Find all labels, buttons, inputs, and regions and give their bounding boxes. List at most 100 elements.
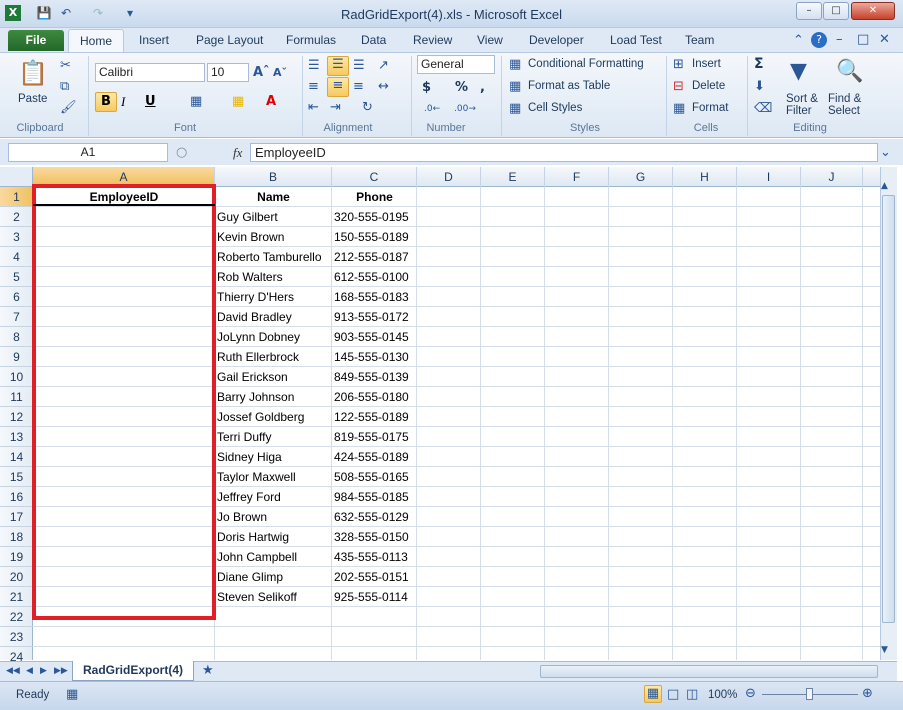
phone-cell[interactable]: 925-555-0114	[334, 587, 408, 607]
row-header-13[interactable]: 13	[0, 427, 33, 447]
align-center-icon[interactable]: ≡	[327, 77, 349, 97]
increase-decimal-icon[interactable]: .0←	[424, 101, 440, 117]
column-header-c[interactable]: C	[332, 167, 417, 187]
name-cell[interactable]: Terri Duffy	[217, 427, 271, 447]
phone-cell[interactable]: 328-555-0150	[334, 527, 409, 547]
name-cell[interactable]: Jeffrey Ford	[217, 487, 281, 507]
scroll-up-icon[interactable]: ▲	[881, 178, 888, 194]
align-right-icon[interactable]: ≡	[353, 79, 364, 95]
phone-cell[interactable]: 424-555-0189	[334, 447, 409, 467]
row-header-11[interactable]: 11	[0, 387, 33, 407]
fill-icon[interactable]: ⬇	[754, 79, 765, 95]
name-cell[interactable]: JoLynn Dobney	[217, 327, 300, 347]
find-select-label[interactable]: Find &	[828, 93, 861, 105]
borders-icon[interactable]: ▦	[190, 94, 202, 110]
tab-insert[interactable]: Insert	[139, 33, 169, 47]
merge-center-icon[interactable]: ↔	[378, 79, 389, 95]
decrease-indent-icon[interactable]: ⇤	[308, 100, 319, 116]
paste-icon[interactable]: 📋	[18, 58, 48, 88]
tab-file[interactable]: File	[8, 30, 64, 51]
column-header-b[interactable]: B	[215, 167, 332, 187]
minimize-button[interactable]: –	[796, 2, 822, 20]
grow-font-icon[interactable]: Aˆ	[253, 65, 270, 81]
name-cell[interactable]: Guy Gilbert	[217, 207, 278, 227]
row-header-7[interactable]: 7	[0, 307, 33, 327]
phone-cell[interactable]: 612-555-0100	[334, 267, 409, 287]
header-cell[interactable]: Name	[215, 187, 332, 207]
phone-cell[interactable]: 320-555-0195	[334, 207, 409, 227]
phone-cell[interactable]: 849-555-0139	[334, 367, 409, 387]
name-box[interactable]: A1	[8, 143, 168, 162]
format-button[interactable]: Format	[692, 102, 728, 114]
font-size-select[interactable]: 10	[207, 63, 249, 82]
row-header-6[interactable]: 6	[0, 287, 33, 307]
prev-sheet-icon[interactable]: ◀	[26, 663, 33, 679]
bold-button[interactable]: B	[95, 92, 117, 112]
phone-cell[interactable]: 913-555-0172	[334, 307, 409, 327]
phone-cell[interactable]: 435-555-0113	[334, 547, 408, 567]
phone-cell[interactable]: 202-555-0151	[334, 567, 409, 587]
name-cell[interactable]: Barry Johnson	[217, 387, 294, 407]
row-header-5[interactable]: 5	[0, 267, 33, 287]
tab-view[interactable]: View	[477, 33, 503, 47]
close-button[interactable]: ✕	[851, 2, 895, 20]
zoom-level[interactable]: 100%	[708, 689, 737, 701]
row-header-4[interactable]: 4	[0, 247, 33, 267]
expand-formula-bar-icon[interactable]: ⌄	[880, 145, 891, 161]
scroll-thumb[interactable]	[882, 195, 895, 623]
sort-filter-label[interactable]: Sort &	[786, 93, 818, 105]
page-layout-view-icon[interactable]: □	[667, 687, 679, 703]
tab-team[interactable]: Team	[685, 33, 714, 47]
tab-data[interactable]: Data	[361, 33, 386, 47]
row-header-19[interactable]: 19	[0, 547, 33, 567]
macro-record-icon[interactable]: ▦	[66, 687, 78, 703]
select-all-button[interactable]	[0, 167, 33, 187]
horizontal-scroll-thumb[interactable]	[540, 665, 878, 678]
phone-cell[interactable]: 145-555-0130	[334, 347, 409, 367]
name-cell[interactable]: Roberto Tamburello	[217, 247, 322, 267]
column-header-d[interactable]: D	[417, 167, 481, 187]
next-sheet-icon[interactable]: ▶	[40, 663, 47, 679]
tab-page-layout[interactable]: Page Layout	[196, 33, 263, 47]
name-cell[interactable]: Jo Brown	[217, 507, 267, 527]
tab-formulas[interactable]: Formulas	[286, 33, 336, 47]
name-cell[interactable]: Kevin Brown	[217, 227, 284, 247]
number-format-select[interactable]: General	[417, 55, 495, 74]
help-icon[interactable]: ?	[811, 32, 827, 48]
conditional-formatting-button[interactable]: Conditional Formatting	[528, 58, 644, 70]
name-cell[interactable]: David Bradley	[217, 307, 292, 327]
name-cell[interactable]: John Campbell	[217, 547, 297, 567]
column-header-i[interactable]: I	[737, 167, 801, 187]
row-header-20[interactable]: 20	[0, 567, 33, 587]
row-header-21[interactable]: 21	[0, 587, 33, 607]
column-header-h[interactable]: H	[673, 167, 737, 187]
tab-review[interactable]: Review	[413, 33, 452, 47]
phone-cell[interactable]: 508-555-0165	[334, 467, 409, 487]
increase-indent-icon[interactable]: ⇥	[330, 100, 341, 116]
tab-home[interactable]: Home	[68, 29, 124, 53]
normal-view-icon[interactable]: ▦	[644, 685, 662, 703]
row-header-23[interactable]: 23	[0, 627, 33, 647]
name-cell[interactable]: Ruth Ellerbrock	[217, 347, 299, 367]
first-sheet-icon[interactable]: ◀◀	[6, 663, 20, 679]
phone-cell[interactable]: 150-555-0189	[334, 227, 409, 247]
insert-sheet-icon[interactable]: ★	[202, 663, 214, 679]
text-direction-icon[interactable]: ↻	[362, 100, 373, 116]
row-header-22[interactable]: 22	[0, 607, 33, 627]
row-header-1[interactable]: 1	[0, 187, 33, 207]
row-header-9[interactable]: 9	[0, 347, 33, 367]
sort-filter-label-2[interactable]: Filter	[786, 105, 812, 117]
doc-restore-icon[interactable]: □	[857, 32, 869, 48]
tab-load-test[interactable]: Load Test	[610, 33, 662, 47]
collapse-ribbon-icon[interactable]: ⌃	[793, 33, 804, 49]
phone-cell[interactable]: 903-555-0145	[334, 327, 409, 347]
name-cell[interactable]: Doris Hartwig	[217, 527, 289, 547]
italic-button[interactable]: I	[121, 94, 125, 110]
phone-cell[interactable]: 122-555-0189	[334, 407, 409, 427]
row-header-8[interactable]: 8	[0, 327, 33, 347]
phone-cell[interactable]: 168-555-0183	[334, 287, 409, 307]
format-as-table-button[interactable]: Format as Table	[528, 80, 610, 92]
decrease-decimal-icon[interactable]: .00→	[454, 101, 476, 117]
sheet-tab[interactable]: RadGridExport(4)	[72, 661, 194, 681]
page-break-view-icon[interactable]: ◫	[686, 687, 698, 703]
